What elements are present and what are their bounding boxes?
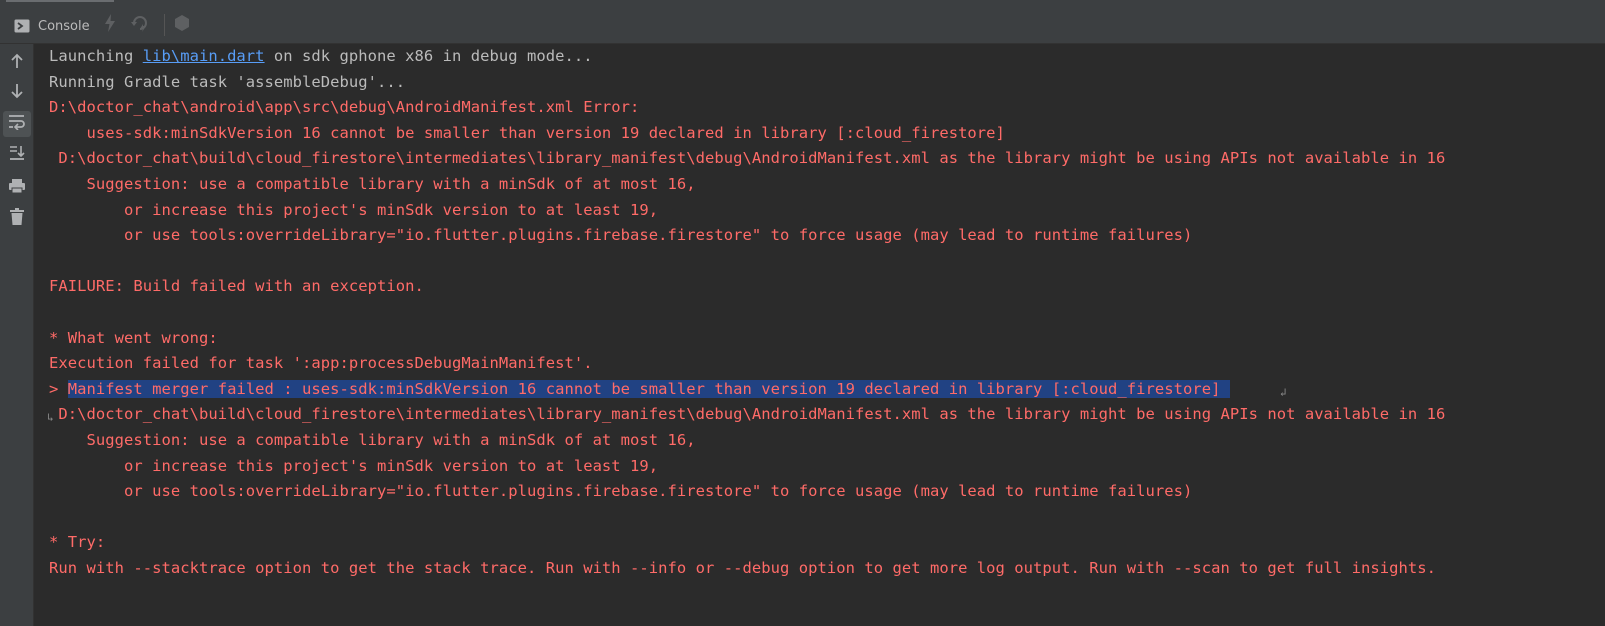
error-line: D:\doctor_chat\build\cloud_firestore\int… bbox=[49, 405, 1446, 424]
print-button[interactable] bbox=[3, 175, 31, 201]
error-line: or use tools:overrideLibrary="io.flutter… bbox=[49, 482, 1193, 501]
error-line: * What went wrong: bbox=[49, 328, 218, 347]
console-output[interactable]: Launching lib\main.dart on sdk gphone x8… bbox=[49, 44, 1599, 581]
tool-window-toolbar: Console bbox=[0, 0, 1605, 44]
tab-strip bbox=[0, 0, 1605, 2]
scroll-to-end-button[interactable] bbox=[3, 142, 31, 168]
scroll-to-end-icon bbox=[9, 145, 25, 165]
console-action-gutter bbox=[0, 44, 34, 626]
console-text: > bbox=[49, 379, 68, 398]
error-line: Suggestion: use a compatible library wit… bbox=[49, 430, 696, 449]
up-the-stack-button[interactable] bbox=[3, 50, 31, 76]
lightning-icon bbox=[104, 14, 116, 36]
print-icon bbox=[8, 178, 26, 198]
console-tab-label: Console bbox=[38, 18, 90, 34]
error-line: D:\doctor_chat\build\cloud_firestore\int… bbox=[49, 149, 1446, 168]
error-line: Run with --stacktrace option to get the … bbox=[49, 558, 1437, 577]
error-line: or increase this project's minSdk versio… bbox=[49, 456, 659, 475]
soft-wrap-end-icon: ↲ bbox=[1280, 386, 1287, 399]
run-tool-window: Console Launching lib\main.dart on sdk g… bbox=[0, 0, 1605, 626]
error-line: or increase this project's minSdk versio… bbox=[49, 200, 659, 219]
hot-restart-button[interactable] bbox=[130, 14, 152, 36]
console-text: on sdk gphone x86 in debug mode... bbox=[264, 47, 593, 65]
hot-restart-icon bbox=[131, 14, 151, 36]
active-tab-indicator bbox=[6, 0, 114, 2]
soft-wrap-start-icon: ↳ bbox=[47, 411, 54, 424]
console-icon bbox=[14, 19, 30, 33]
clear-all-button[interactable] bbox=[3, 206, 31, 232]
open-devtools-button[interactable] bbox=[171, 14, 193, 36]
soft-wrap-toggle[interactable] bbox=[3, 111, 31, 137]
error-line: or use tools:overrideLibrary="io.flutter… bbox=[49, 226, 1193, 245]
hot-reload-button[interactable] bbox=[99, 14, 121, 36]
soft-wrap-icon bbox=[8, 114, 26, 134]
console-line: Running Gradle task 'assembleDebug'... bbox=[49, 72, 406, 91]
error-line: FAILURE: Build failed with an exception. bbox=[49, 277, 424, 296]
file-link[interactable]: lib\main.dart bbox=[143, 47, 265, 65]
error-line: Suggestion: use a compatible library wit… bbox=[49, 174, 696, 193]
toolbar-separator bbox=[164, 14, 165, 36]
arrow-up-icon bbox=[10, 53, 24, 73]
console-tab[interactable]: Console bbox=[14, 15, 90, 37]
selected-text[interactable]: Manifest merger failed : uses-sdk:minSdk… bbox=[67, 379, 1230, 398]
error-line: > Manifest merger failed : uses-sdk:minS… bbox=[49, 377, 1599, 403]
down-the-stack-button[interactable] bbox=[3, 80, 31, 106]
arrow-down-icon bbox=[10, 83, 24, 103]
error-line: * Try: bbox=[49, 533, 106, 552]
console-text: Launching bbox=[49, 47, 143, 65]
error-line: Execution failed for task ':app:processD… bbox=[49, 354, 593, 373]
error-line: uses-sdk:minSdkVersion 16 cannot be smal… bbox=[49, 123, 1005, 142]
debug-icon bbox=[173, 14, 191, 36]
trash-icon bbox=[10, 208, 24, 230]
error-line: D:\doctor_chat\android\app\src\debug\And… bbox=[49, 98, 640, 117]
console-line: Launching lib\main.dart on sdk gphone x8… bbox=[49, 44, 1599, 70]
